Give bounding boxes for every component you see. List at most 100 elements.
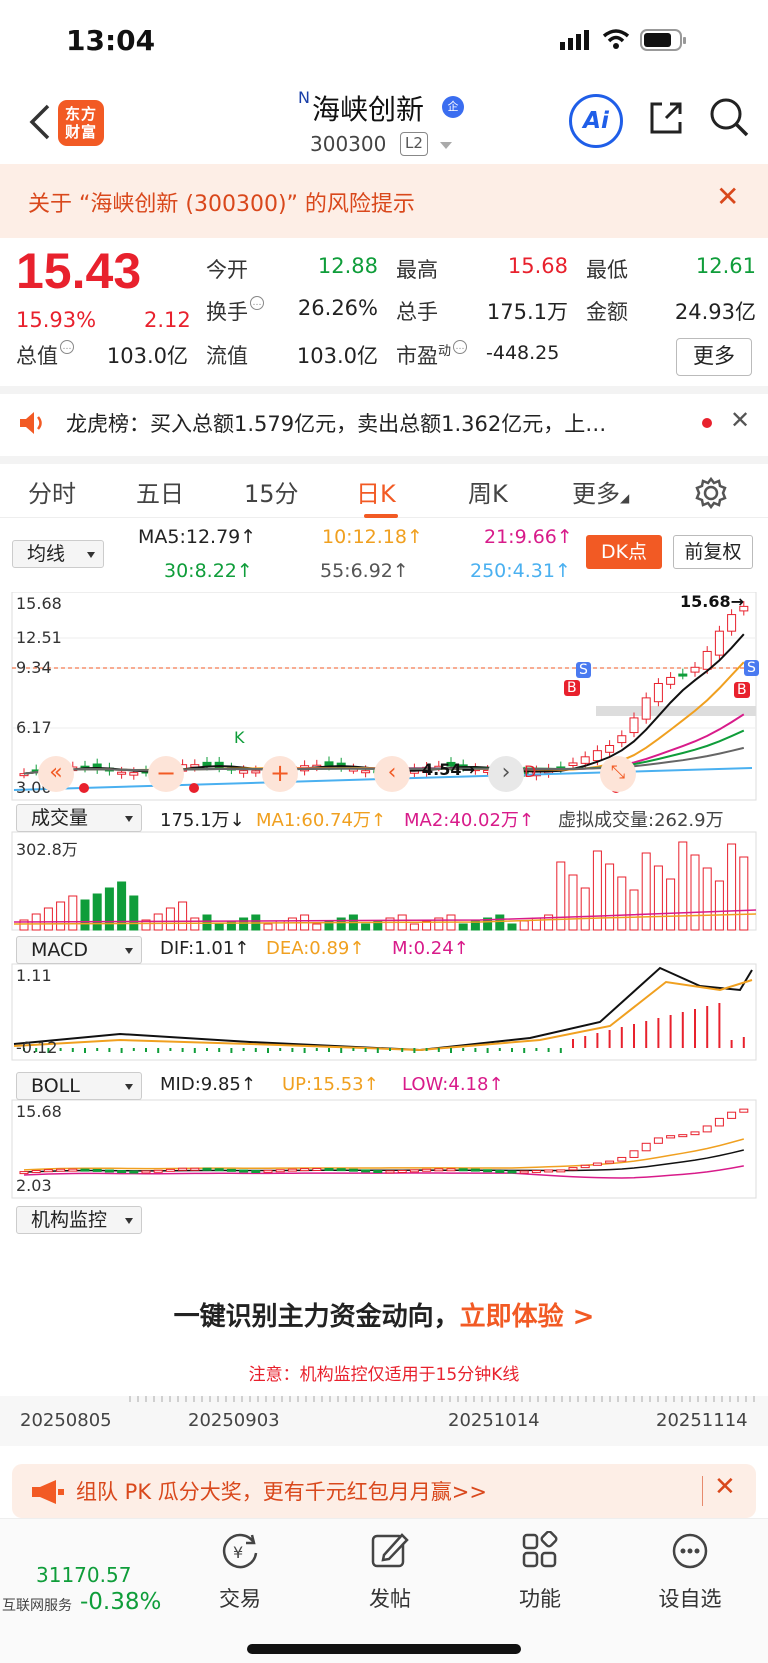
boll-candle: [690, 1131, 700, 1136]
volume-bar: [690, 854, 700, 931]
volume-bar: [605, 863, 615, 931]
signal-dot: [189, 783, 199, 793]
settings-gear-icon[interactable]: [694, 476, 728, 510]
institution-selector-label: 机构监控: [31, 1209, 108, 1231]
risk-banner-close-icon[interactable]: ✕: [716, 180, 739, 213]
status-time: 13:04: [66, 24, 156, 57]
back-icon[interactable]: [22, 100, 58, 144]
tab-more[interactable]: 更多◢: [572, 474, 629, 509]
boll-selector[interactable]: BOLL: [16, 1072, 142, 1100]
volume-ma2: MA2:40.02万↑: [404, 810, 534, 831]
signal-dot: [79, 783, 89, 793]
volume-bar: [214, 923, 224, 931]
banner-divider: [702, 1476, 703, 1506]
boll-candle: [666, 1135, 676, 1139]
volume-bar: [190, 917, 200, 931]
boll-candle: [580, 1164, 590, 1169]
tab-daily-k[interactable]: 日K: [356, 474, 396, 509]
volume-bar: [727, 843, 737, 931]
scroll-left-icon[interactable]: «: [38, 756, 74, 792]
amount-value: 24.93亿: [674, 300, 756, 324]
volume-selector[interactable]: 成交量: [16, 804, 142, 832]
promo-headline-text: 一键识别主力资金动向，: [173, 1302, 460, 1332]
team-banner-close-icon[interactable]: ✕: [714, 1472, 736, 1502]
volume-bar: [714, 880, 724, 931]
zoom-out-icon[interactable]: −: [148, 756, 184, 792]
adjust-mode-button[interactable]: 前复权: [673, 535, 753, 569]
dk-point-button[interactable]: DK点: [586, 535, 662, 569]
ma5-line: [23, 633, 745, 775]
volume-bar: [739, 856, 749, 931]
zoom-in-icon[interactable]: +: [262, 756, 298, 792]
volume-bar: [239, 917, 249, 931]
volume-bar: [129, 895, 139, 931]
more-button[interactable]: 更多: [676, 338, 752, 376]
high-value: 15.68: [507, 254, 568, 278]
macd-m: M:0.24↑: [392, 938, 469, 959]
tab-weekly-k[interactable]: 周K: [468, 474, 508, 509]
candle-body: [617, 735, 627, 744]
candle-body: [251, 770, 261, 774]
boll-candle: [202, 1167, 212, 1171]
volume-bar: [409, 923, 419, 931]
level2-badge[interactable]: L2: [400, 132, 428, 156]
step-left-icon[interactable]: ‹: [374, 756, 410, 792]
risk-banner-text[interactable]: 关于 “海峡创新 (300300)” 的风险提示: [28, 186, 415, 218]
team-pk-banner[interactable]: 组队 PK 瓜分大奖，更有千元红包月月赢>> ✕: [12, 1464, 756, 1518]
fullscreen-icon[interactable]: ⤡: [600, 756, 636, 792]
candle-body: [629, 717, 639, 734]
dragon-tiger-close-icon[interactable]: ✕: [730, 406, 750, 434]
low-value: 12.61: [695, 254, 756, 278]
high-label: 最高: [396, 258, 438, 282]
promo-note: 注意：机构监控仅适用于15分钟K线: [248, 1365, 520, 1385]
candle-body: [727, 614, 737, 632]
macd-dea: DEA:0.89↑: [266, 938, 365, 959]
last-price: 15.43: [16, 243, 142, 299]
boll-selector-label: BOLL: [31, 1075, 80, 1097]
share-icon[interactable]: [646, 98, 686, 138]
volume-bar: [336, 917, 346, 931]
risk-banner[interactable]: 关于 “海峡创新 (300300)” 的风险提示 ✕: [0, 164, 768, 238]
level-dropdown-icon[interactable]: [440, 142, 452, 149]
kline-chart-svg[interactable]: [0, 592, 768, 1268]
tab-intraday[interactable]: 分时: [28, 474, 76, 509]
institution-selector[interactable]: 机构监控: [16, 1206, 142, 1234]
stock-name[interactable]: 海峡创新: [312, 88, 424, 128]
boll-candle: [568, 1167, 578, 1171]
boll-candle: [263, 1169, 273, 1173]
info-icon[interactable]: …: [60, 340, 74, 354]
ma-indicator-row: 均线 MA5:12.79↑ 10:12.18↑ 21:9.66↑ 30:8.22…: [0, 520, 768, 592]
ma-selector[interactable]: 均线: [12, 540, 104, 568]
ai-button[interactable]: Ai: [569, 94, 623, 148]
boll-candle: [336, 1168, 346, 1172]
dragon-tiger-ticker[interactable]: 龙虎榜：买入总额1.579亿元，卖出总额1.362亿元，上… ✕: [0, 386, 768, 456]
candle-body: [117, 771, 127, 775]
tab-five-day[interactable]: 五日: [136, 474, 184, 509]
macd-selector[interactable]: MACD: [16, 936, 142, 964]
step-right-icon[interactable]: ›: [488, 756, 524, 792]
date-label-2: 20250903: [188, 1410, 280, 1431]
promo-headline[interactable]: 一键识别主力资金动向，立即体验 >: [12, 1296, 756, 1333]
boll-candle: [251, 1169, 261, 1173]
info-icon[interactable]: …: [250, 296, 264, 310]
macd-selector-label: MACD: [31, 939, 88, 961]
boll-candle: [117, 1170, 127, 1174]
date-axis: 20250805 20250903 20251014 20251114: [0, 1396, 768, 1446]
ma10-value: 10:12.18↑: [322, 526, 423, 548]
candle-body: [690, 666, 700, 673]
macd-frame: [11, 963, 757, 1061]
search-icon[interactable]: [708, 96, 750, 138]
boll-candle: [361, 1169, 371, 1173]
boll-candle: [385, 1170, 395, 1174]
volume-value: 175.1万↓: [160, 810, 245, 831]
dragon-tiger-text[interactable]: 龙虎榜：买入总额1.579亿元，卖出总额1.362亿元，上…: [66, 408, 682, 438]
candle-body: [714, 630, 724, 656]
index-name: 互联网服务: [2, 1598, 72, 1614]
tab-15min[interactable]: 15分: [244, 474, 299, 509]
team-banner-text[interactable]: 组队 PK 瓜分大奖，更有千元红包月月赢>>: [76, 1476, 487, 1506]
volume-bar: [263, 923, 273, 931]
info-icon[interactable]: …: [453, 340, 468, 354]
institution-promo-card[interactable]: 一键识别主力资金动向，立即体验 > 注意：机构监控仅适用于15分钟K线: [12, 1268, 756, 1396]
high-marker: 15.68→: [680, 592, 745, 611]
try-now-link[interactable]: 立即体验 >: [460, 1302, 595, 1332]
